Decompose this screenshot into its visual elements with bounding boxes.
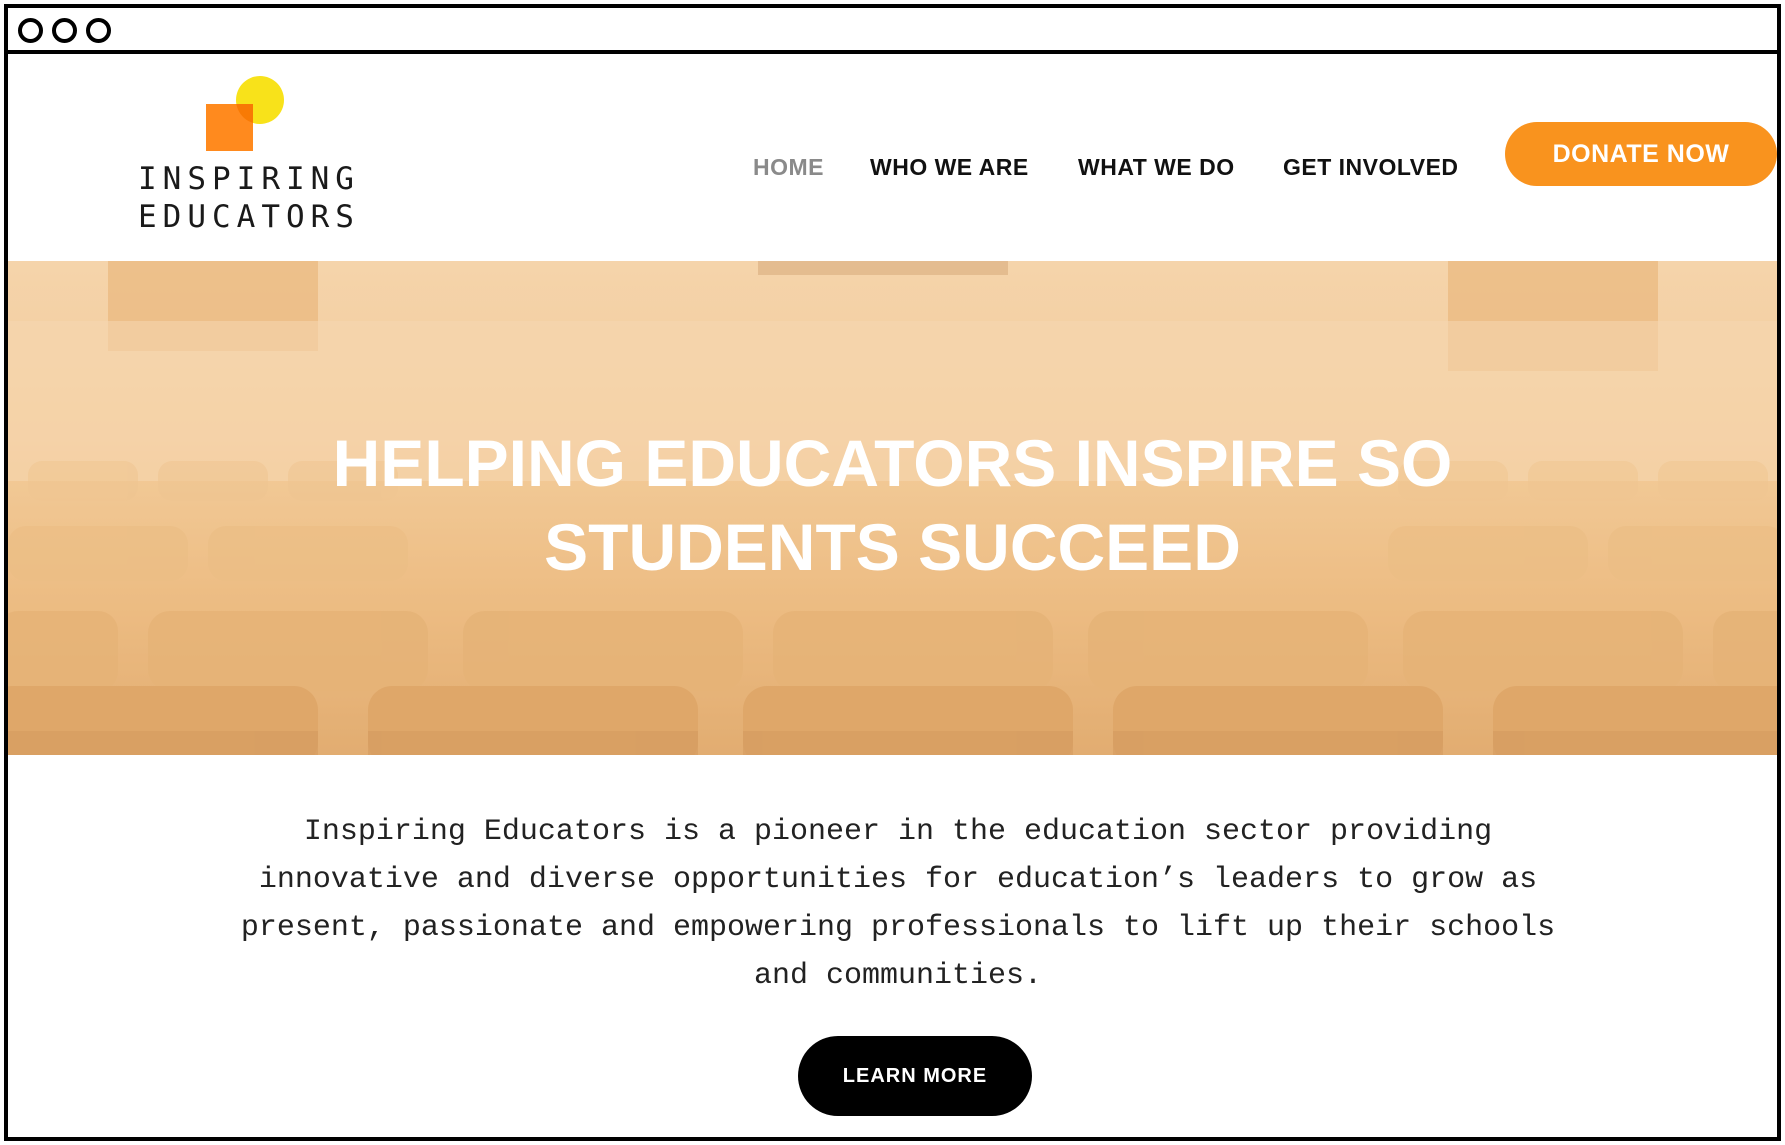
- logo-line-2: EDUCATORS: [138, 199, 360, 235]
- about-paragraph: Inspiring Educators is a pioneer in the …: [240, 815, 1556, 993]
- nav-item-who-we-are[interactable]: WHO WE ARE: [870, 154, 1029, 194]
- hero-banner: HELPING EDUCATORS INSPIRE SO STUDENTS SU…: [8, 261, 1777, 755]
- window-control-close[interactable]: [18, 18, 43, 43]
- hero-headline: HELPING EDUCATORS INSPIRE SO STUDENTS SU…: [332, 426, 1453, 584]
- learn-more-button[interactable]: LEARN MORE: [798, 1036, 1032, 1116]
- site-logo[interactable]: INSPIRING EDUCATORS: [128, 76, 368, 236]
- nav-item-get-involved[interactable]: GET INVOLVED: [1283, 154, 1459, 194]
- nav-item-home[interactable]: HOME: [753, 154, 824, 194]
- logo-wordmark: INSPIRING EDUCATORS: [138, 160, 360, 236]
- site-header: INSPIRING EDUCATORS HOME WHO WE ARE WHAT…: [8, 54, 1777, 261]
- donate-now-button[interactable]: DONATE NOW: [1505, 122, 1777, 186]
- window-control-minimize[interactable]: [52, 18, 77, 43]
- window-titlebar: [8, 8, 1777, 54]
- logo-circle-icon: [236, 76, 284, 124]
- logo-line-1: INSPIRING: [138, 161, 360, 197]
- browser-window: INSPIRING EDUCATORS HOME WHO WE ARE WHAT…: [4, 4, 1781, 1141]
- window-control-maximize[interactable]: [86, 18, 111, 43]
- nav-item-what-we-do[interactable]: WHAT WE DO: [1078, 154, 1235, 194]
